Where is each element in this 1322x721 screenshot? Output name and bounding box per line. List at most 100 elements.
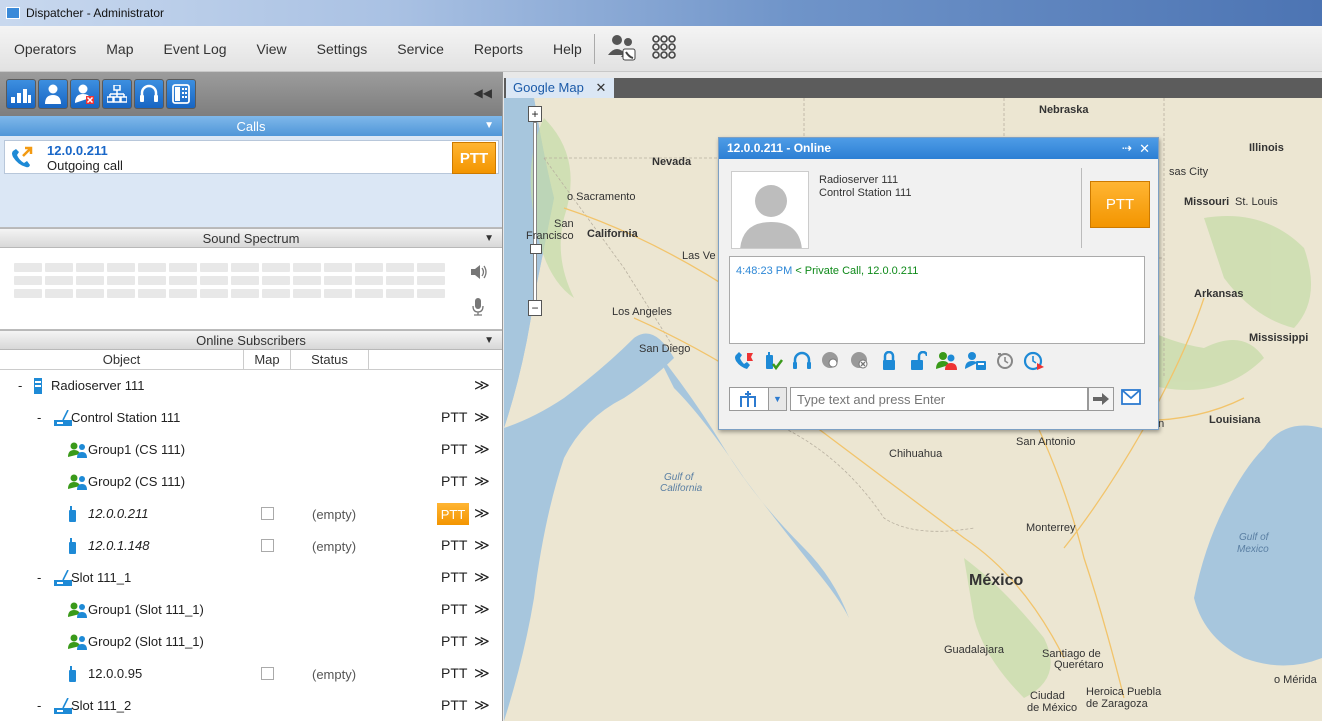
call-alert-icon[interactable] [729, 350, 758, 372]
telephone-button[interactable] [166, 79, 196, 109]
close-icon[interactable]: ✕ [1139, 138, 1150, 159]
show-on-map-checkbox[interactable] [261, 539, 274, 552]
ptt-button[interactable]: PTT [441, 697, 467, 713]
popup-ptt-button[interactable]: PTT [1090, 181, 1150, 228]
collapse-panel-icon[interactable]: ◀◀ [474, 86, 492, 100]
ptt-button[interactable]: PTT [441, 665, 467, 681]
tree-row[interactable]: Group1 (CS 111) PTT ≫ [0, 434, 502, 466]
double-chevron-right-icon[interactable]: ≫ [474, 568, 490, 586]
tree-row[interactable]: 12.0.0.211 (empty) PTT ≫ [0, 498, 502, 530]
clock-alert-icon[interactable] [1019, 350, 1048, 372]
double-chevron-right-icon[interactable]: ≫ [474, 600, 490, 618]
unlock-icon[interactable] [903, 350, 932, 372]
menu-help[interactable]: Help [553, 41, 582, 57]
headset-icon[interactable] [787, 350, 816, 372]
spectrum-cell [231, 263, 259, 272]
ptt-button[interactable]: PTT [441, 409, 467, 425]
single-subscriber-button[interactable] [38, 79, 68, 109]
person-phone-icon[interactable] [961, 350, 990, 372]
envelope-icon[interactable] [1121, 389, 1141, 408]
tree-row[interactable]: Group1 (Slot 111_1) PTT ≫ [0, 594, 502, 626]
monitor-search-icon[interactable] [816, 350, 845, 372]
menu-service[interactable]: Service [397, 41, 444, 57]
menu-operators[interactable]: Operators [14, 41, 76, 57]
chevron-down-icon[interactable]: ▼ [484, 233, 494, 244]
ptt-button[interactable]: PTT [441, 601, 467, 617]
ptt-button[interactable]: PTT [441, 569, 467, 585]
message-target-button[interactable]: ▼ [729, 387, 787, 411]
zoom-out-button[interactable]: − [528, 300, 542, 316]
network-button[interactable] [102, 79, 132, 109]
ptt-button[interactable]: PTT [441, 537, 467, 553]
message-text-input[interactable] [790, 387, 1088, 411]
show-on-map-checkbox[interactable] [261, 507, 274, 520]
spectrum-cell [231, 276, 259, 285]
double-chevron-right-icon[interactable]: ≫ [474, 664, 490, 682]
sound-spectrum-header[interactable]: Sound Spectrum ▼ [0, 228, 502, 248]
ptt-button-active[interactable]: PTT [437, 503, 469, 525]
spectrum-cell [262, 276, 290, 285]
collapse-toggle[interactable]: - [18, 378, 22, 393]
column-status[interactable]: Status [291, 350, 369, 369]
call-ptt-button[interactable]: PTT [452, 142, 496, 174]
chevron-down-icon[interactable]: ▼ [484, 335, 494, 346]
ptt-button[interactable]: PTT [441, 633, 467, 649]
dialpad-icon[interactable] [651, 34, 677, 63]
collapse-toggle[interactable]: - [37, 570, 41, 585]
ptt-button[interactable]: PTT [441, 441, 467, 457]
call-row[interactable]: 12.0.0.211 Outgoing call PTT [4, 140, 499, 174]
subscribers-tree-button[interactable] [6, 79, 36, 109]
microphone-icon[interactable] [472, 298, 484, 319]
tree-row[interactable]: - Slot 111_1 PTT ≫ [0, 562, 502, 594]
online-subscribers-header[interactable]: Online Subscribers ▼ [0, 330, 502, 350]
double-chevron-right-icon[interactable]: ≫ [474, 408, 490, 426]
close-icon[interactable]: ✕ [595, 80, 606, 95]
show-on-map-checkbox[interactable] [261, 667, 274, 680]
menu-map[interactable]: Map [106, 41, 133, 57]
tree-row[interactable]: - Slot 111_2 PTT ≫ [0, 690, 502, 721]
double-chevron-right-icon[interactable]: ≫ [474, 536, 490, 554]
operators-phone-icon[interactable] [607, 33, 639, 64]
collapse-toggle[interactable]: - [37, 698, 41, 713]
zoom-slider-thumb[interactable] [530, 244, 542, 254]
tree-row[interactable]: - Radioserver 111 ≫ [0, 370, 502, 402]
timer-icon[interactable] [990, 350, 1019, 372]
tree-row[interactable]: - Control Station 111 PTT ≫ [0, 402, 502, 434]
double-chevron-right-icon[interactable]: ≫ [474, 632, 490, 650]
tree-row[interactable]: Group2 (Slot 111_1) PTT ≫ [0, 626, 502, 658]
radio-check-icon[interactable] [758, 350, 787, 372]
double-chevron-right-icon[interactable]: ≫ [474, 472, 490, 490]
zoom-slider-track[interactable] [533, 122, 537, 302]
zoom-in-button[interactable]: + [528, 106, 542, 122]
speaker-icon[interactable] [470, 264, 488, 285]
blocked-subscriber-button[interactable] [70, 79, 100, 109]
double-chevron-right-icon[interactable]: ≫ [474, 376, 490, 394]
menu-settings[interactable]: Settings [317, 41, 368, 57]
double-chevron-right-icon[interactable]: ≫ [474, 696, 490, 714]
calls-header[interactable]: Calls ▼ [0, 116, 502, 136]
popup-title-bar[interactable]: 12.0.0.211 - Online ⇢ ✕ [719, 138, 1158, 159]
group-call-icon[interactable] [932, 350, 961, 372]
double-chevron-right-icon[interactable]: ≫ [474, 504, 490, 522]
ptt-button[interactable]: PTT [441, 473, 467, 489]
tab-google-map[interactable]: Google Map ✕ [506, 78, 614, 98]
status-text: (empty) [312, 539, 357, 554]
pin-icon[interactable]: ⇢ [1122, 138, 1132, 159]
chevron-down-icon[interactable]: ▼ [484, 120, 494, 131]
menu-view[interactable]: View [257, 41, 287, 57]
tree-row[interactable]: 12.0.1.148 (empty) PTT ≫ [0, 530, 502, 562]
chevron-down-icon[interactable]: ▼ [768, 388, 786, 410]
menu-event-log[interactable]: Event Log [163, 41, 226, 57]
tree-row[interactable]: Group2 (CS 111) PTT ≫ [0, 466, 502, 498]
lock-icon[interactable] [874, 350, 903, 372]
headset-button[interactable] [134, 79, 164, 109]
tree-row[interactable]: 12.0.0.95 (empty) PTT ≫ [0, 658, 502, 690]
collapse-toggle[interactable]: - [37, 410, 41, 425]
map-place-label: México [969, 572, 1024, 589]
disable-icon[interactable] [845, 350, 874, 372]
menu-reports[interactable]: Reports [474, 41, 523, 57]
column-object[interactable]: Object [0, 350, 244, 369]
send-button[interactable] [1088, 387, 1114, 411]
double-chevron-right-icon[interactable]: ≫ [474, 440, 490, 458]
column-map[interactable]: Map [244, 350, 291, 369]
